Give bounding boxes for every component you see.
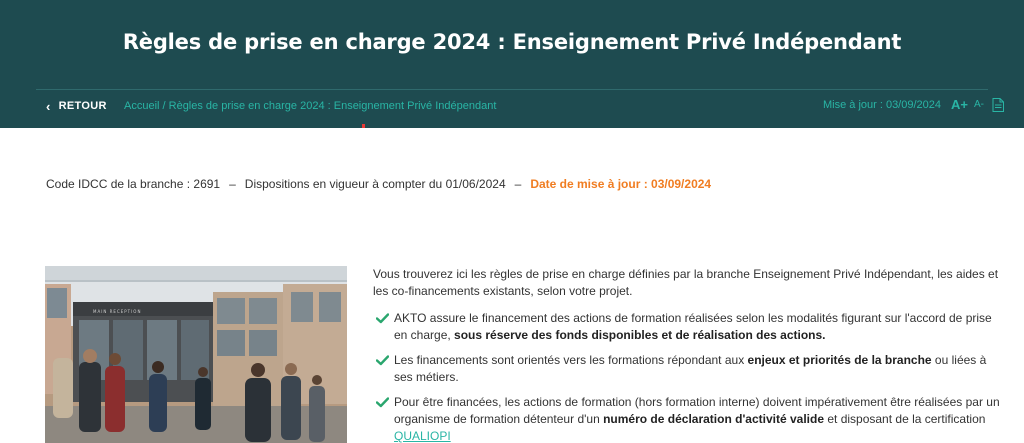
branch-meta: Code IDCC de la branche : 2691– Dispositi… [46,177,711,191]
rules-list: AKTO assure le financement des actions d… [373,310,1003,443]
header-divider [36,89,988,90]
active-indicator [362,124,365,128]
meta-separator: – [229,177,236,191]
dispositions-date: Dispositions en vigueur à compter du 01/… [244,177,506,191]
list-item-emphasis: enjeux et priorités de la branche [747,353,932,367]
breadcrumb[interactable]: Accueil / Règles de prise en charge 2024… [124,100,496,112]
list-item-text: Les financements sont orientés vers les … [394,353,748,367]
header-tools: Mise à jour : 03/09/2024 A+ A- [823,97,1004,112]
back-label: RETOUR [58,100,107,112]
idcc-code: Code IDCC de la branche : 2691 [46,177,221,191]
check-icon [376,313,389,324]
check-icon [376,397,389,408]
list-item: Les financements sont orientés vers les … [373,352,1003,386]
back-button[interactable]: ‹ RETOUR [46,98,107,114]
list-item-emphasis: sous réserve des fonds disponibles et de… [454,328,826,342]
check-icon [376,355,389,366]
chevron-left-icon: ‹ [46,98,51,114]
update-date-label: Mise à jour : 03/09/2024 [822,98,942,111]
update-date: Date de mise à jour : 03/09/2024 [530,177,712,191]
breadcrumb-link[interactable]: Accueil / Règles de prise en charge 2024… [124,100,496,112]
font-decrease-button[interactable]: A- [974,99,984,110]
font-increase-button[interactable]: A+ [951,97,968,112]
list-item-text: et disposant de la certification [824,412,986,426]
qualiopi-link[interactable]: QUALIOPI [394,429,451,443]
page-header: Règles de prise en charge 2024 : Enseign… [0,0,1024,128]
photo-sign-text: MAIN RECEPTION [93,309,141,314]
list-item-emphasis: numéro de déclaration d'activité valide [603,412,825,426]
intro-text: Vous trouverez ici les règles de prise e… [373,267,999,298]
meta-separator: – [514,177,522,191]
pdf-document-icon[interactable] [992,97,1004,112]
list-item: Pour être financées, les actions de form… [373,394,1003,443]
list-item: AKTO assure le financement des actions d… [373,310,1003,344]
rules-content: Vous trouverez ici les règles de prise e… [373,266,1003,443]
students-photo: MAIN RECEPTION [45,266,347,443]
page-title: Règles de prise en charge 2024 : Enseign… [122,30,902,54]
